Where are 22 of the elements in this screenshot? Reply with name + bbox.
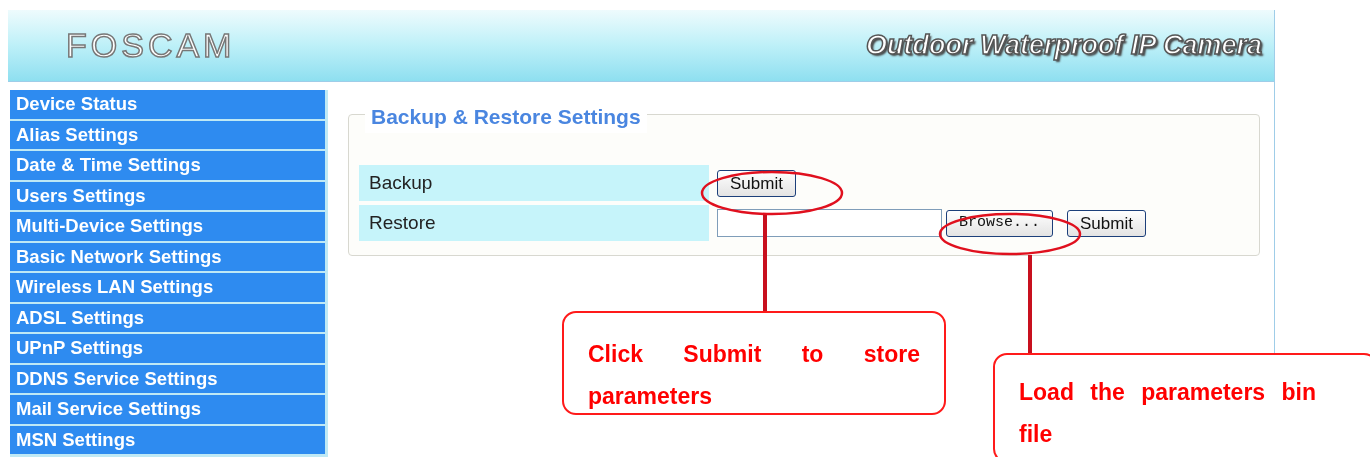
sidebar-item[interactable]: Multi-Device Settings — [10, 212, 325, 241]
callout-box: Load the parameters bin file — [993, 353, 1370, 457]
submit-button[interactable]: Submit — [717, 169, 796, 197]
header-tagline: Outdoor Waterproof IP Camera — [865, 29, 1262, 63]
sidebar-item[interactable]: Alias Settings — [10, 120, 325, 149]
sidebar-item[interactable]: Device Status — [10, 90, 325, 119]
sidebar-item[interactable]: MSN Settings — [10, 425, 325, 454]
submit-button[interactable]: Submit — [1067, 209, 1146, 237]
field-label: Restore — [359, 205, 709, 241]
sidebar-item[interactable]: Mail Service Settings — [10, 395, 325, 424]
sidebar-item[interactable]: Date & Time Settings — [10, 151, 325, 180]
sidebar-item[interactable]: DDNS Service Settings — [10, 364, 325, 393]
logo: FOSCAM — [66, 25, 236, 66]
sidebar-item[interactable]: UPnP Settings — [10, 334, 325, 363]
callout-box: Click Submit to store parameters — [562, 311, 946, 415]
file-path-field[interactable] — [717, 209, 942, 237]
sidebar-item[interactable]: Basic Network Settings — [10, 242, 325, 271]
sidebar-item[interactable]: Users Settings — [10, 181, 325, 210]
sidebar-item[interactable]: ADSL Settings — [10, 303, 325, 332]
sidebar-item[interactable]: Wireless LAN Settings — [10, 273, 325, 302]
browse-button[interactable]: Browse... — [946, 209, 1053, 237]
field-label: Backup — [359, 165, 709, 201]
